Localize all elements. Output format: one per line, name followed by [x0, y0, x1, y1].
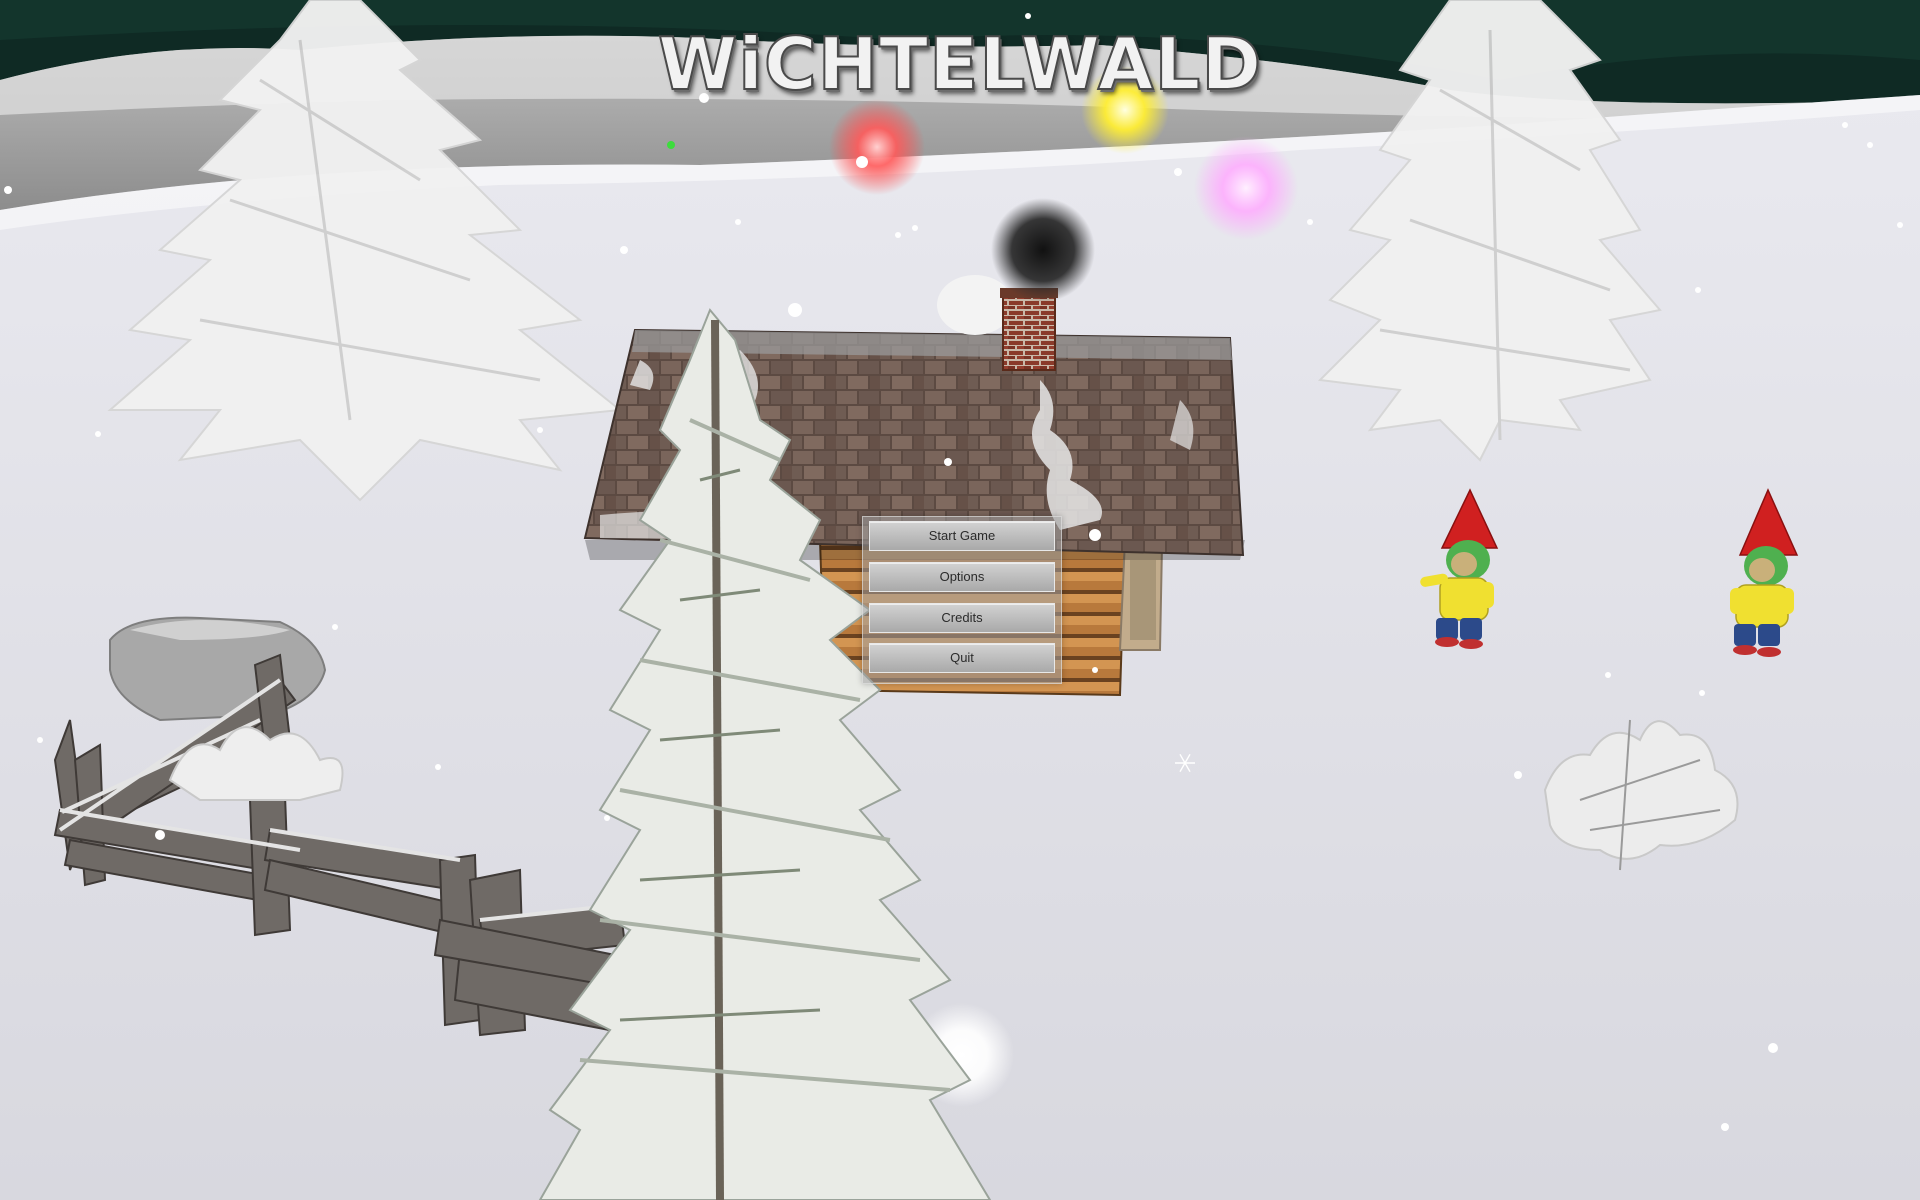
- chimney-smoke: [991, 198, 1095, 302]
- credits-button[interactable]: Credits: [869, 603, 1055, 633]
- light-orb-pink: [1194, 136, 1298, 240]
- light-orb-green: [667, 141, 675, 149]
- quit-button[interactable]: Quit: [869, 643, 1055, 673]
- chimney: [1002, 291, 1056, 371]
- light-orb-red: [829, 99, 925, 195]
- boulder: [109, 616, 327, 722]
- main-menu-panel: Start Game Options Credits Quit: [862, 516, 1062, 684]
- options-button[interactable]: Options: [869, 562, 1055, 592]
- game-title: WiCHTELWALD: [657, 21, 1263, 107]
- start-game-button[interactable]: Start Game: [869, 521, 1055, 551]
- game-scene: WiCHTELWALD Start Game Options Credits Q…: [0, 0, 1920, 1200]
